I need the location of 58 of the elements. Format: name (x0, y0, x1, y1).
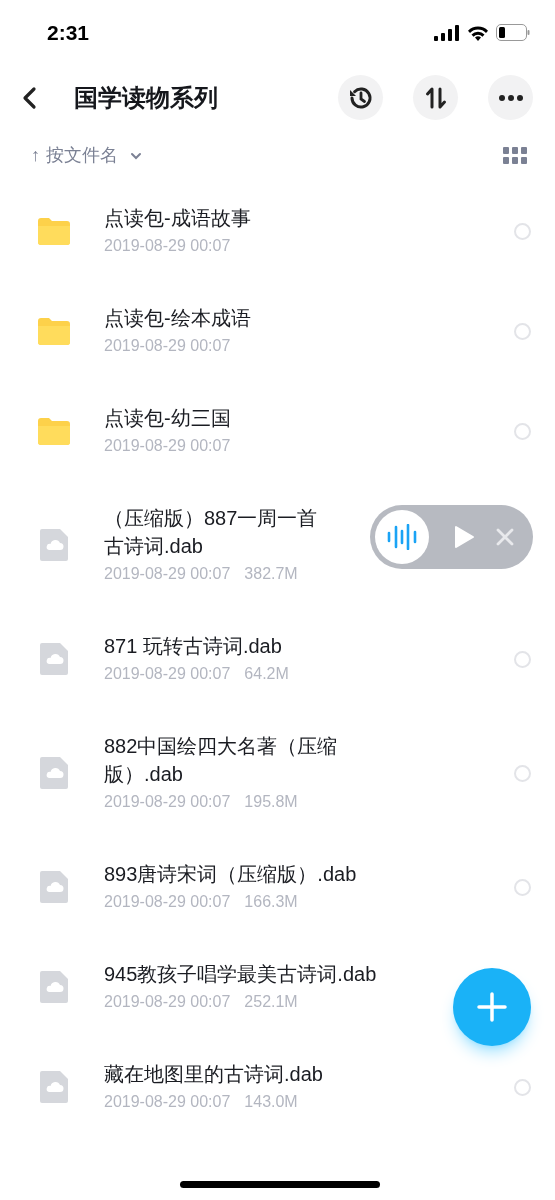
file-date: 2019-08-29 00:07 (104, 564, 231, 584)
file-size: 64.2M (244, 664, 289, 684)
close-icon[interactable] (495, 527, 515, 547)
add-button[interactable] (453, 968, 531, 1046)
plus-icon (476, 991, 508, 1023)
select-radio[interactable] (514, 422, 531, 440)
file-size: 382.7M (244, 564, 298, 584)
history-button[interactable] (338, 75, 383, 120)
select-radio[interactable] (514, 322, 531, 340)
file-name[interactable]: 871 玩转古诗词.dab (104, 632, 404, 660)
select-radio[interactable] (514, 764, 531, 782)
signal-icon (434, 24, 460, 41)
battery-icon (496, 24, 530, 41)
status-time: 2:31 (47, 19, 90, 46)
select-radio[interactable] (514, 1078, 531, 1096)
cloud-file-icon (40, 1071, 68, 1103)
select-radio[interactable] (514, 878, 531, 896)
file-name[interactable]: 882中国绘四大名著（压缩版）.dab (104, 732, 404, 788)
cloud-file-icon (40, 871, 68, 903)
file-name[interactable]: （压缩版）887一周一首古诗词.dab (104, 504, 329, 560)
play-icon[interactable] (453, 524, 475, 550)
more-button[interactable] (488, 75, 533, 120)
file-name[interactable]: 点读包-幼三国 (104, 404, 404, 432)
folder-icon (38, 217, 70, 245)
file-name[interactable]: 893唐诗宋词（压缩版）.dab (104, 860, 404, 888)
sound-wave-icon (386, 524, 418, 550)
sort-order-button[interactable] (413, 75, 458, 120)
grid-view-icon[interactable] (503, 146, 527, 165)
file-date: 2019-08-29 00:07 (104, 436, 231, 456)
file-size: 195.8M (244, 792, 298, 812)
file-name[interactable]: 点读包-绘本成语 (104, 304, 404, 332)
file-date: 2019-08-29 00:07 (104, 992, 231, 1012)
wifi-icon (467, 24, 489, 41)
cloud-file-icon (40, 971, 68, 1003)
file-name[interactable]: 945教孩子唱学最美古诗词.dab (104, 960, 404, 988)
file-date: 2019-08-29 00:07 (104, 236, 231, 256)
select-radio[interactable] (514, 650, 531, 668)
more-icon (497, 93, 524, 102)
file-name[interactable]: 藏在地图里的古诗词.dab (104, 1060, 404, 1088)
file-size: 143.0M (244, 1092, 298, 1112)
file-date: 2019-08-29 00:07 (104, 1092, 231, 1112)
sort-dropdown[interactable]: ↑ 按文件名 (31, 142, 142, 169)
folder-icon (38, 417, 70, 445)
file-date: 2019-08-29 00:07 (104, 336, 231, 356)
voice-button[interactable] (375, 510, 429, 564)
page-title: 国学读物系列 (74, 82, 219, 113)
select-radio[interactable] (514, 222, 531, 240)
file-date: 2019-08-29 00:07 (104, 792, 231, 812)
chevron-down-icon (130, 151, 142, 160)
file-name[interactable]: 点读包-成语故事 (104, 204, 404, 232)
file-size: 252.1M (244, 992, 298, 1012)
cloud-file-icon (40, 529, 68, 561)
file-date: 2019-08-29 00:07 (104, 892, 231, 912)
cloud-file-icon (40, 757, 68, 789)
file-date: 2019-08-29 00:07 (104, 664, 231, 684)
folder-icon (38, 317, 70, 345)
cloud-file-icon (40, 643, 68, 675)
file-size: 166.3M (244, 892, 298, 912)
